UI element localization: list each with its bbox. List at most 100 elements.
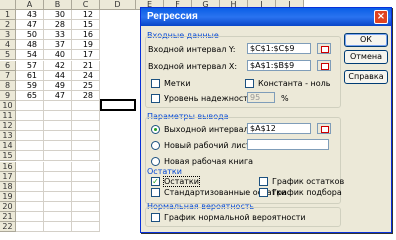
residual-plot-checkbox[interactable] [259,177,268,186]
output-range-field[interactable]: $A$12 [247,123,311,134]
table-cell[interactable] [72,100,100,111]
row-header[interactable]: 21 [0,212,16,222]
table-cell[interactable] [72,151,100,162]
table-cell[interactable] [72,222,100,233]
table-cell[interactable]: 28 [44,20,72,31]
table-cell[interactable]: 12 [72,10,100,20]
table-cell[interactable] [16,100,44,111]
row-header[interactable]: 22 [0,222,16,233]
column-header[interactable]: B [44,0,72,10]
row-header[interactable]: 9 [0,90,16,101]
table-cell[interactable] [44,212,72,222]
confidence-checkbox[interactable] [151,94,160,103]
table-cell[interactable] [16,111,44,121]
new-book-radio[interactable] [151,157,160,166]
table-cell[interactable] [16,191,44,202]
table-cell[interactable]: 42 [44,60,72,71]
table-cell[interactable] [72,201,100,212]
column-header[interactable]: D [100,0,136,10]
row-header[interactable]: 13 [0,131,16,142]
table-cell[interactable] [72,161,100,172]
table-cell[interactable]: 15 [72,20,100,31]
table-cell[interactable]: 21 [72,60,100,71]
row-header[interactable]: 5 [0,50,16,61]
help-button[interactable]: Справка [344,70,388,84]
row-header[interactable]: 14 [0,141,16,152]
table-cell[interactable]: 17 [72,50,100,61]
table-cell[interactable] [44,181,72,192]
table-cell[interactable] [16,222,44,233]
table-cell[interactable]: 47 [44,90,72,101]
table-cell[interactable] [16,161,44,172]
normal-plot-checkbox[interactable] [151,213,160,222]
input-x-field[interactable]: $A$1:$B$9 [247,60,311,71]
close-button[interactable]: × [374,10,388,24]
table-cell[interactable]: 25 [72,80,100,91]
table-cell[interactable] [16,181,44,192]
row-header[interactable]: 2 [0,20,16,31]
new-sheet-field[interactable] [247,139,329,150]
table-cell[interactable]: 50 [16,30,44,41]
table-cell[interactable] [44,131,72,142]
table-cell[interactable]: 61 [16,70,44,81]
residuals-checkbox[interactable]: ✓ [151,177,160,186]
table-cell[interactable]: 59 [16,80,44,91]
table-cell[interactable] [16,151,44,162]
fit-plot-checkbox[interactable] [259,188,268,197]
table-cell[interactable] [72,141,100,152]
table-cell[interactable] [72,111,100,121]
table-cell[interactable]: 54 [16,50,44,61]
table-cell[interactable] [72,131,100,142]
row-header[interactable]: 12 [0,121,16,132]
row-header[interactable]: 17 [0,171,16,182]
table-cell[interactable]: 16 [72,30,100,41]
row-header[interactable]: 8 [0,80,16,91]
row-header[interactable]: 15 [0,151,16,162]
table-cell[interactable]: 44 [44,70,72,81]
table-cell[interactable] [44,151,72,162]
table-cell[interactable] [72,171,100,182]
table-cell[interactable]: 33 [44,30,72,41]
table-cell[interactable] [16,171,44,182]
table-cell[interactable]: 65 [16,90,44,101]
table-cell[interactable]: 43 [16,10,44,20]
row-header[interactable]: 20 [0,201,16,212]
table-cell[interactable] [44,161,72,172]
row-header[interactable]: 4 [0,40,16,51]
output-range-radio[interactable] [151,125,160,134]
table-cell[interactable]: 57 [16,60,44,71]
input-x-range-button[interactable] [317,60,331,71]
table-cell[interactable] [72,181,100,192]
table-cell[interactable] [16,212,44,222]
table-cell[interactable] [72,121,100,132]
table-cell[interactable] [44,111,72,121]
ok-button[interactable]: ОК [344,33,388,47]
table-cell[interactable]: 37 [44,40,72,51]
table-cell[interactable]: 30 [44,10,72,20]
row-header[interactable]: 18 [0,181,16,192]
output-range-button[interactable] [317,123,331,134]
row-header[interactable]: 7 [0,70,16,81]
table-cell[interactable] [16,141,44,152]
std-residuals-checkbox[interactable] [151,188,160,197]
table-cell[interactable]: 24 [72,70,100,81]
row-header[interactable]: 16 [0,161,16,172]
table-cell[interactable] [44,121,72,132]
cancel-button[interactable]: Отмена [344,50,388,64]
table-cell[interactable] [72,212,100,222]
table-cell[interactable] [44,141,72,152]
table-cell[interactable] [44,171,72,182]
input-y-field[interactable]: $C$1:$C$9 [247,43,311,54]
table-cell[interactable]: 47 [16,20,44,31]
row-header[interactable]: 1 [0,10,16,20]
const-zero-checkbox[interactable] [245,79,254,88]
row-header[interactable]: 11 [0,111,16,121]
labels-checkbox[interactable] [151,79,160,88]
input-y-range-button[interactable] [317,43,331,54]
table-cell[interactable] [44,222,72,233]
confidence-field[interactable]: 95 [247,92,275,103]
table-cell[interactable] [44,191,72,202]
table-cell[interactable] [16,201,44,212]
table-cell[interactable] [44,201,72,212]
active-cell[interactable] [100,99,136,111]
